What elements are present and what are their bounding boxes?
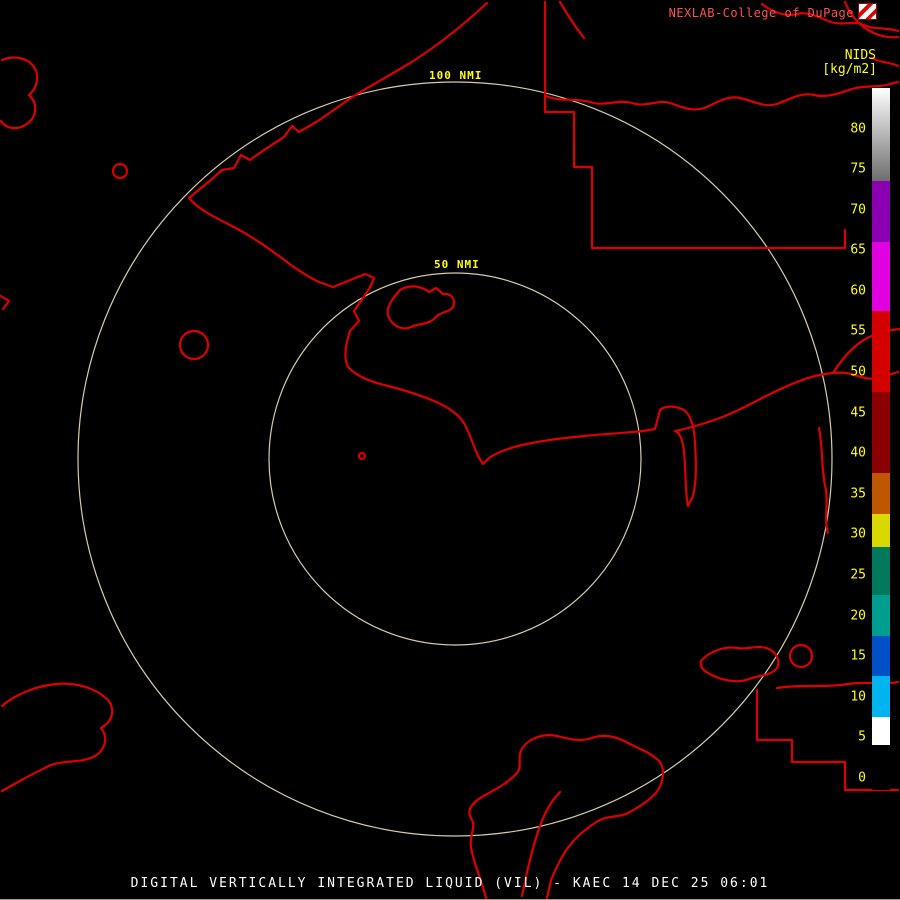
- colorbar-segment--1.5-to-4: [872, 745, 890, 790]
- colorbar-tick-30: 30: [850, 526, 866, 542]
- boundary-right-edge: [817, 426, 830, 535]
- colorbar-tick-20: 20: [850, 608, 866, 623]
- radar-map: [0, 0, 900, 900]
- colorbar-segment-22.5-to-28.5: [872, 546, 890, 596]
- island-left-top: [0, 56, 39, 130]
- colorbar-tick-5: 5: [858, 729, 866, 745]
- colorbar-tick-45: 45: [850, 405, 866, 421]
- colorbar-tick-60: 60: [850, 283, 866, 299]
- island-small-circle-b: [178, 329, 210, 361]
- range-ring-50nmi: [268, 272, 642, 646]
- landmass-bottom-center: [468, 734, 665, 900]
- island-circle-bottom-right: [788, 643, 814, 669]
- colorbar-tick-0: 0: [858, 770, 866, 786]
- colorbar-segment-17.5-to-22.5: [872, 595, 890, 636]
- product-title: DIGITAL VERTICALLY INTEGRATED LIQUID (VI…: [130, 876, 770, 891]
- colorbar-segment-66-to-73.5: [872, 181, 890, 243]
- colorbar-segment-4-to-7.5: [872, 716, 890, 746]
- colorbar-segment-28.5-to-32.5: [872, 514, 890, 547]
- radar-display: 100 NMI 50 NMI NEXLAB-College of DuPage …: [0, 0, 900, 900]
- colorbar-tick-40: 40: [850, 445, 866, 461]
- colorbar-product-label: NIDS: [844, 48, 876, 63]
- peninsula-bottom-right: [699, 645, 780, 683]
- colorbar-tick-50: 50: [850, 364, 866, 380]
- colorbar-segment-73.5-to-85: [872, 88, 890, 182]
- colorbar-tick-10: 10: [850, 689, 866, 705]
- colorbar-bar: [872, 88, 890, 790]
- boundary-steps-north: [543, 0, 847, 250]
- colorbar-segment-47.5-to-57.5: [872, 311, 890, 393]
- nexlab-logo-icon: [858, 3, 877, 20]
- colorbar-tick-35: 35: [850, 486, 866, 502]
- island-small-circle-a: [111, 162, 129, 180]
- coastline-northeast-wavy: [544, 80, 900, 111]
- islet-dot-center: [357, 451, 367, 461]
- colorbar: 80 75 70 65 60 55 50 45 40 35 30 25 20 15 10 5 0: [850, 88, 890, 790]
- coastline-top-small-spur: [558, 0, 586, 40]
- range-ring-label-50nmi: 50 NMI: [434, 258, 480, 271]
- coastline-northwest-and-central: [187, 1, 900, 508]
- colorbar-units-label: [kg/m2]: [822, 62, 877, 77]
- island-bottom-left: [0, 682, 114, 793]
- range-ring-label-100nmi: 100 NMI: [429, 69, 483, 82]
- colorbar-tick-15: 15: [850, 648, 866, 664]
- brand-text: NEXLAB-College of DuPage: [668, 6, 854, 20]
- colorbar-tick-80: 80: [850, 121, 866, 137]
- left-edge-mark: [0, 294, 11, 311]
- colorbar-tick-75: 75: [850, 161, 866, 177]
- colorbar-tick-25: 25: [850, 567, 866, 583]
- colorbar-tick-65: 65: [850, 242, 866, 258]
- island-center: [386, 285, 455, 330]
- colorbar-segment-57.5-to-66: [872, 242, 890, 312]
- map-outlines: [0, 0, 900, 900]
- colorbar-segment-32.5-to-37.5: [872, 473, 890, 515]
- colorbar-segment-12.5-to-17.5: [872, 635, 890, 677]
- colorbar-tick-55: 55: [850, 323, 866, 339]
- colorbar-segment-7.5-to-12.5: [872, 676, 890, 717]
- colorbar-tick-70: 70: [850, 202, 866, 218]
- colorbar-segment-37.5-to-47.5: [872, 392, 890, 474]
